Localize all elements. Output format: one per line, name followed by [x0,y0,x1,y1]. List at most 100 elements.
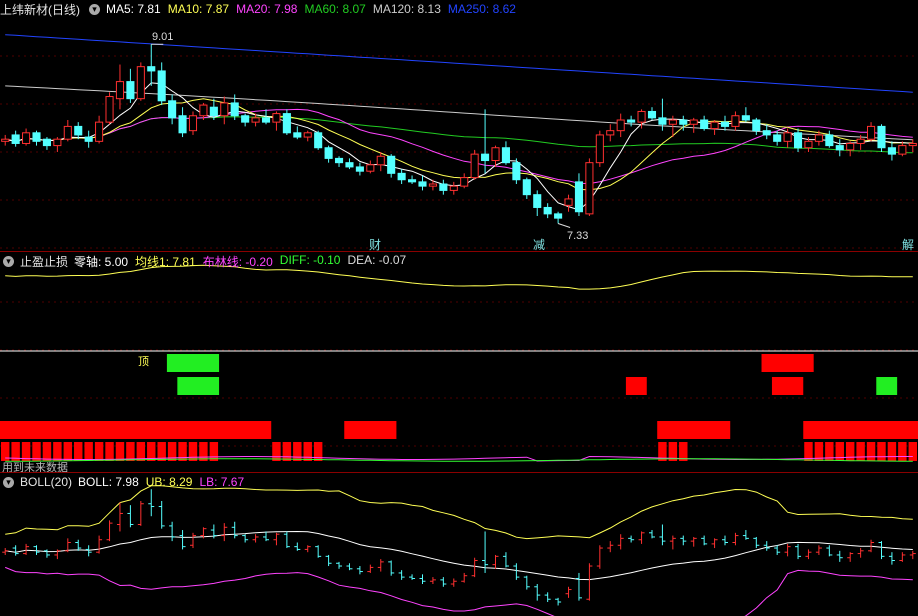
candle-body [22,132,31,144]
candle-body [345,162,354,168]
top-signal-green [166,354,220,372]
future-data-note: 用到未来数据 [2,462,68,472]
candle-body [251,117,260,123]
stop-block-narrow [856,442,865,461]
candle-body [449,185,458,191]
candle-body [668,119,677,125]
candle-body [136,66,145,100]
stop-block-narrow [136,442,146,461]
candle-body [324,147,333,159]
stop-block-narrow [282,442,292,461]
boll-title: BOLL(20) [20,475,73,489]
top-marker: 顶 [138,356,149,368]
candlestick-chart[interactable] [0,0,918,251]
candle-body [637,110,646,123]
stop-block-red [771,377,804,395]
candle-body [606,130,615,136]
candle-body [53,138,62,147]
candle-body [63,125,72,140]
candle-body [741,115,750,121]
candle-body [720,121,730,127]
candle-body [710,121,719,130]
stop-block-narrow [209,442,219,461]
boll-lb-line [5,566,913,616]
boll-chart[interactable] [0,473,918,616]
stop-block-red [625,377,647,395]
candle-body [700,119,709,130]
candle-body [783,132,792,142]
candle-body [282,113,291,134]
candle-body [366,164,375,172]
candle-body [168,100,177,119]
stop-block-green [177,377,220,395]
candle-body [126,81,135,100]
candle-body [376,155,385,166]
candle-body [42,138,51,147]
stop-legend-item-2: 布林线: -0.20 [202,254,273,269]
candle-body [11,134,20,144]
candle-body [627,119,636,123]
stop-block-narrow [74,442,83,461]
event-tag-cai[interactable]: 财 [369,236,381,251]
candle-body [397,172,406,181]
stop-legend: 零轴: 5.00 均线1: 7.81 布林线: -0.20 DIFF: -0.10 DE… [74,253,406,270]
stop-title: 止盈止损 [20,254,69,269]
candle-body [908,142,917,147]
stop-block-wide [657,421,731,439]
boll-panel[interactable]: ▾ BOLL(20) BOLL: 7.98 UB: 8.29 LB: 7.67 [0,473,918,616]
candle-body [314,132,323,149]
candle-body [334,157,344,164]
candle-body [543,206,552,215]
stop-block-narrow [199,442,208,461]
candle-body [418,181,427,187]
ma-legend-item-4: MA120: 8.13 [372,2,441,16]
main-header: 上纬新材(日线) ▾ MA5: 7.81 MA10: 7.87 MA20: 7.98… [0,0,516,18]
candle-body [574,181,584,213]
candle-body [95,121,104,142]
ma-legend-item-1: MA10: 7.87 [167,2,230,16]
candle-body [658,117,667,125]
candle-body [105,96,114,123]
event-tag-jian[interactable]: 减 [533,236,545,251]
main-chart-panel[interactable]: 上纬新材(日线) ▾ MA5: 7.81 MA10: 7.87 MA20: 7.98… [0,0,918,251]
stop-header: ▾ 止盈止损 零轴: 5.00 均线1: 7.81 布林线: -0.20 DIFF: … [0,252,406,270]
stop-block-narrow [887,442,897,461]
ma20-line [5,108,913,185]
candle-body [835,145,844,151]
candle-body [554,213,563,219]
candle-body [814,134,823,142]
candle-body [585,162,594,215]
boll-mid-line [5,530,913,581]
boll-legend: BOLL: 7.98 UB: 8.29 LB: 7.67 [78,475,244,489]
candle-body [793,132,803,149]
candle-body [898,145,907,155]
stop-block-wide [0,421,272,439]
candle-body [470,153,479,179]
stop-panel[interactable]: ▾ 止盈止损 零轴: 5.00 均线1: 7.81 布林线: -0.20 DIFF: … [0,252,918,472]
chevron-down-icon[interactable]: ▾ [3,255,14,267]
candle-body [647,110,657,119]
ma5-line [5,82,913,211]
boll-legend-item-0: BOLL: 7.98 [78,475,139,489]
candle-body [241,115,250,123]
stop-block-narrow [105,442,114,461]
candle-body [512,162,521,181]
stop-block-narrow [845,442,855,461]
chevron-down-icon[interactable]: ▾ [89,3,100,15]
ma-legend-item-2: MA20: 7.98 [236,2,298,16]
candle-body [679,119,688,125]
candle-body [595,134,604,164]
candle-body [564,198,573,206]
event-tag-jie[interactable]: 解 [902,236,914,251]
candle-body [752,119,761,132]
candle-body [293,132,302,138]
candle-body [856,138,865,144]
candle-body [731,115,740,127]
candle-body [115,81,125,100]
chevron-down-icon[interactable]: ▾ [3,476,14,488]
candle-body [188,115,198,132]
stop-block-narrow [94,442,104,461]
candle-body [522,179,531,196]
candle-body [825,134,834,147]
top-signal-red [761,354,814,372]
